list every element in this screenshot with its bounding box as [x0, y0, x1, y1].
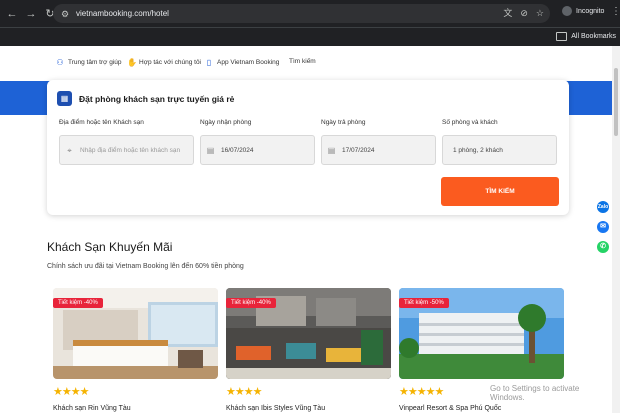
hotel-card[interactable]: Tiết kiệm -40% ★★★★ Khách sạn Ibis Style…	[226, 288, 391, 413]
hotel-card[interactable]: Tiết kiệm -40% ★★★★ Khách sạn Rin Vũng T…	[53, 288, 218, 413]
back-icon[interactable]: ←	[5, 7, 19, 21]
address-bar[interactable]: ⚙ vietnambooking.com/hotel 文 ⊘ ☆	[53, 4, 550, 23]
url-text[interactable]: vietnambooking.com/hotel	[76, 9, 169, 18]
nav-item-app[interactable]: ▯ App Vietnam Booking	[205, 58, 280, 67]
discount-badge: Tiết kiệm -50%	[399, 298, 449, 308]
search-button[interactable]: TÌM KIẾM	[441, 177, 559, 206]
promo-section-title: Khách Sạn Khuyến Mãi	[47, 240, 173, 254]
bookmark-star-icon[interactable]: ☆	[536, 7, 544, 20]
star-rating: ★★★★	[226, 386, 262, 398]
incognito-indicator[interactable]: Incognito	[562, 6, 604, 16]
nav-item-label: Trung tâm trợ giúp	[68, 59, 122, 66]
page-content: ⚇ Trung tâm trợ giúp ✋ Hợp tác với chúng…	[0, 46, 612, 413]
all-bookmarks-button[interactable]: All Bookmarks	[556, 32, 616, 41]
tracking-blocked-icon[interactable]: ⊘	[520, 7, 528, 20]
checkin-label: Ngày nhận phòng	[200, 119, 252, 126]
whatsapp-icon[interactable]: ✆	[597, 241, 609, 253]
discount-badge: Tiết kiệm -40%	[226, 298, 276, 308]
discount-badge: Tiết kiệm -40%	[53, 298, 103, 308]
translate-icon[interactable]: 文	[503, 7, 512, 20]
checkout-label: Ngày trả phòng	[321, 119, 366, 126]
all-bookmarks-label: All Bookmarks	[571, 33, 616, 40]
calendar-icon: ▤	[206, 145, 215, 155]
calendar-icon: ▤	[327, 145, 336, 155]
folder-icon	[556, 32, 568, 41]
location-pin-icon: ⌖	[67, 145, 72, 155]
windows-activation-watermark: Go to Settings to activate Windows.	[490, 384, 580, 402]
messenger-icon[interactable]: ✉	[597, 221, 609, 233]
promo-section-subtitle: Chính sách ưu đãi tại Vietnam Booking lê…	[47, 263, 244, 270]
checkin-date-input[interactable]: ▤ 16/07/2024	[200, 135, 315, 165]
rooms-guests-label: Số phòng và khách	[442, 119, 498, 126]
nav-item-search[interactable]: Tìm kiếm	[289, 58, 316, 65]
browser-menu-icon[interactable]: ⋮	[611, 6, 620, 17]
hotel-name[interactable]: Khách sạn Ibis Styles Vũng Tàu	[226, 405, 325, 412]
hotel-name[interactable]: Khách sạn Rin Vũng Tàu	[53, 405, 131, 412]
nav-item-partner[interactable]: ✋ Hợp tác với chúng tôi	[127, 58, 201, 67]
browser-toolbar: ← → ↻ ⚙ vietnambooking.com/hotel 文 ⊘ ☆ I…	[0, 0, 620, 27]
bookmarks-bar: All Bookmarks	[0, 27, 620, 47]
top-navigation: ⚇ Trung tâm trợ giúp ✋ Hợp tác với chúng…	[0, 46, 612, 82]
star-rating: ★★★★	[53, 386, 89, 398]
hotel-building-icon: ▦	[57, 91, 72, 106]
nav-item-help-center[interactable]: ⚇ Trung tâm trợ giúp	[56, 58, 122, 67]
destination-placeholder: Nhập địa điểm hoặc tên khách sạn	[80, 146, 181, 154]
destination-input[interactable]: ⌖ Nhập địa điểm hoặc tên khách sạn	[59, 135, 194, 165]
rooms-guests-value: 1 phòng, 2 khách	[453, 146, 503, 154]
page-scrollbar[interactable]	[612, 46, 620, 413]
zalo-chat-button[interactable]: Zalo	[597, 201, 609, 213]
hotel-name[interactable]: Vinpearl Resort & Spa Phú Quốc	[399, 405, 501, 412]
user-help-icon: ⚇	[56, 58, 64, 67]
nav-item-label: Hợp tác với chúng tôi	[139, 59, 201, 66]
incognito-label: Incognito	[576, 7, 605, 15]
rooms-guests-input[interactable]: 1 phòng, 2 khách	[442, 135, 557, 165]
browser-chrome: ← → ↻ ⚙ vietnambooking.com/hotel 文 ⊘ ☆ I…	[0, 0, 620, 46]
incognito-icon	[562, 6, 572, 16]
checkout-date-input[interactable]: ▤ 17/07/2024	[321, 135, 436, 165]
scrollbar-thumb[interactable]	[614, 68, 618, 136]
nav-item-label: Tìm kiếm	[289, 58, 316, 65]
mobile-app-icon: ▯	[206, 58, 212, 67]
checkin-value: 16/07/2024	[221, 146, 254, 154]
nav-item-label: App Vietnam Booking	[217, 59, 280, 66]
destination-label: Địa điểm hoặc tên Khách sạn	[59, 119, 144, 126]
hotel-search-form: ▦ Đặt phòng khách sạn trực tuyến giá rẻ …	[47, 80, 569, 215]
site-info-icon[interactable]: ⚙	[59, 8, 71, 20]
search-card-title: Đặt phòng khách sạn trực tuyến giá rẻ	[79, 94, 235, 104]
checkout-value: 17/07/2024	[342, 146, 375, 154]
star-rating: ★★★★★	[399, 386, 444, 398]
forward-icon[interactable]: →	[24, 7, 38, 21]
handshake-icon: ✋	[127, 58, 137, 67]
